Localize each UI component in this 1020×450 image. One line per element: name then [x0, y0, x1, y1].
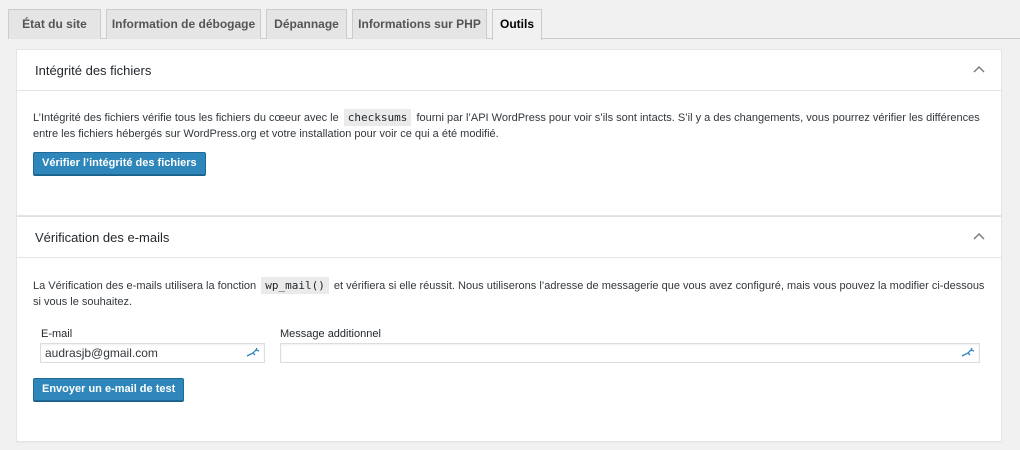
file-integrity-desc-before: L’Intégrité des fichiers vérifie tous le…	[33, 112, 339, 124]
email-field-label: E-mail	[41, 328, 73, 340]
file-integrity-header[interactable]: Intégrité des fichiers	[17, 50, 1001, 91]
autofill-key-icon[interactable]	[961, 347, 975, 359]
file-integrity-description: L’Intégrité des fichiers vérifie tous le…	[33, 109, 988, 142]
tab-php-info[interactable]: Informations sur PHP	[352, 9, 487, 39]
wp-mail-code: wp_mail()	[261, 277, 329, 294]
file-integrity-panel: Intégrité des fichiers L’Intégrité des f…	[16, 49, 1002, 216]
email-field-value: audrasjb@gmail.com	[45, 346, 158, 360]
chevron-up-icon[interactable]	[971, 230, 987, 244]
chevron-up-icon[interactable]	[971, 63, 987, 77]
message-field-label: Message additionnel	[280, 328, 381, 340]
email-check-header[interactable]: Vérification des e-mails	[17, 217, 1001, 258]
tab-debug-info[interactable]: Information de débogage	[106, 9, 261, 39]
send-test-email-button[interactable]: Envoyer un e-mail de test	[33, 378, 185, 401]
tab-site-status[interactable]: État du site	[8, 9, 101, 39]
email-check-description: La Vérification des e-mails utilisera la…	[33, 277, 988, 310]
email-field[interactable]: audrasjb@gmail.com	[40, 343, 265, 363]
tab-bar: État du site Information de débogage Dép…	[0, 0, 1020, 40]
tab-troubleshooting[interactable]: Dépannage	[266, 9, 347, 39]
autofill-key-icon[interactable]	[246, 347, 260, 359]
file-integrity-title: Intégrité des fichiers	[35, 63, 152, 78]
email-check-desc-before: La Vérification des e-mails utilisera la…	[33, 280, 257, 292]
tab-tools[interactable]: Outils	[492, 9, 542, 40]
email-check-title: Vérification des e-mails	[35, 230, 170, 245]
checksums-code: checksums	[343, 109, 412, 126]
verify-integrity-button[interactable]: Vérifier l’intégrité des fichiers	[33, 152, 206, 175]
message-field[interactable]	[280, 343, 980, 363]
email-check-panel: Vérification des e-mails La Vérification…	[16, 216, 1002, 442]
